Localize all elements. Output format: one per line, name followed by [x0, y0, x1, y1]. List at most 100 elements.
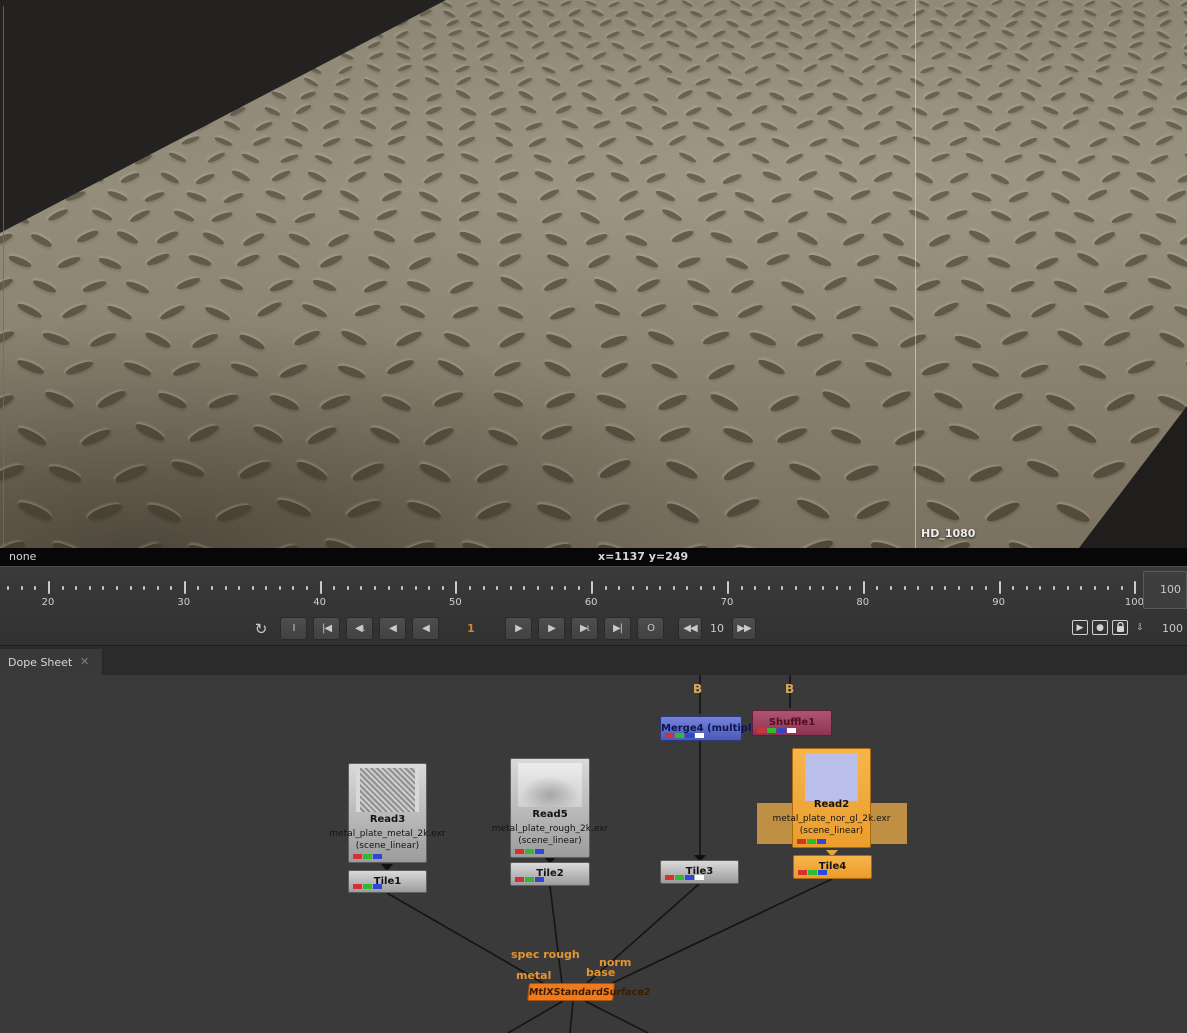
- ruler-tick: [700, 586, 702, 590]
- node-tile4[interactable]: Tile4: [793, 855, 872, 879]
- tread-mark: [527, 136, 546, 149]
- tread-mark: [755, 77, 771, 87]
- tread-mark: [436, 357, 466, 378]
- tread-mark: [631, 29, 645, 37]
- tread-mark: [668, 134, 687, 147]
- tread-mark: [340, 329, 368, 348]
- tread-mark: [1013, 229, 1037, 245]
- play-flipbook-icon[interactable]: ▶: [1072, 620, 1088, 635]
- tread-mark: [1029, 19, 1042, 28]
- prev-keyframe-button[interactable]: ◀ι: [346, 617, 373, 640]
- tread-mark: [1165, 252, 1187, 269]
- decrement-frame-button[interactable]: ◀◀: [678, 617, 702, 640]
- tread-mark: [585, 0, 598, 7]
- tread-mark: [1157, 41, 1172, 50]
- tread-mark: [1020, 362, 1050, 380]
- tread-mark: [386, 154, 406, 166]
- node-merge4[interactable]: Merge4 (multiply): [660, 716, 742, 741]
- tread-mark: [884, 40, 898, 50]
- tread-mark: [870, 0, 882, 8]
- tread-mark: [932, 301, 959, 319]
- current-frame-display[interactable]: 1: [445, 617, 497, 640]
- tread-mark: [555, 104, 573, 115]
- tread-mark: [978, 18, 991, 27]
- node-read5[interactable]: Read5 metal_plate_rough_2k.exr (scene_li…: [510, 758, 590, 858]
- tread-mark: [749, 40, 763, 49]
- frame-ruler[interactable]: 2030405060708090100: [0, 567, 1143, 613]
- shader-input-label: metal: [516, 969, 551, 982]
- tread-mark: [521, 19, 534, 28]
- node-tile1[interactable]: Tile1: [348, 870, 427, 893]
- tread-mark: [1038, 153, 1058, 165]
- increment-frame-button[interactable]: ▶▶: [732, 617, 756, 640]
- frame-increment-value[interactable]: 10: [704, 617, 730, 640]
- ruler-tick: [483, 586, 485, 590]
- tread-mark: [1072, 210, 1095, 224]
- tread-mark: [892, 154, 912, 167]
- tread-mark: [1064, 64, 1080, 73]
- tab-dope-sheet[interactable]: Dope Sheet ✕: [0, 649, 103, 676]
- node-tile2[interactable]: Tile2: [510, 862, 590, 886]
- tread-mark: [544, 332, 573, 350]
- export-tray-icon[interactable]: ⇩: [1132, 620, 1148, 635]
- close-icon[interactable]: ✕: [80, 655, 89, 668]
- play-backward-button[interactable]: ◀: [379, 617, 406, 640]
- tread-mark: [795, 118, 813, 130]
- loop-mode-button[interactable]: ↻: [247, 617, 274, 640]
- step-back-button[interactable]: ◀: [412, 617, 439, 640]
- tread-mark: [534, 169, 555, 182]
- tread-mark: [1111, 154, 1131, 166]
- tread-mark: [337, 208, 360, 222]
- next-keyframe-button[interactable]: ▶ι: [571, 617, 598, 640]
- node-shuffle1[interactable]: Shuffle1: [752, 710, 832, 736]
- tread-mark: [852, 19, 865, 27]
- tread-mark: [1183, 51, 1187, 61]
- tread-mark: [946, 209, 969, 222]
- node-colorspace: (scene_linear): [793, 826, 870, 836]
- input-pipe-label: B: [785, 682, 794, 696]
- tread-mark: [484, 76, 500, 87]
- node-tile3[interactable]: Tile3: [660, 860, 739, 884]
- tread-mark: [339, 188, 360, 203]
- viewer-panel[interactable]: HD_1080: [0, 0, 1187, 548]
- node-graph-panel[interactable]: Merge4 (multiply) Shuffle1 Read3 metal_p…: [0, 675, 1187, 1033]
- node-read2[interactable]: Read2 metal_plate_nor_gl_2k.exr (scene_l…: [792, 748, 871, 848]
- step-forward-button[interactable]: ▶: [505, 617, 532, 640]
- play-forward-button[interactable]: ▶: [538, 617, 565, 640]
- tread-mark: [1007, 104, 1025, 115]
- tread-mark: [584, 232, 608, 247]
- tread-mark: [396, 64, 412, 73]
- goto-end-button[interactable]: ▶|: [604, 617, 631, 640]
- ruler-tick: [727, 581, 729, 594]
- out-point-button[interactable]: O: [637, 617, 664, 640]
- thumbnail: [356, 768, 419, 812]
- ruler-tick: [1026, 586, 1028, 590]
- tread-mark: [578, 30, 592, 38]
- tread-mark: [624, 119, 642, 130]
- tread-mark: [740, 9, 753, 17]
- goto-start-button[interactable]: |◀: [313, 617, 340, 640]
- lock-range-icon[interactable]: [1112, 620, 1128, 635]
- record-icon[interactable]: ●: [1092, 620, 1108, 635]
- node-read3[interactable]: Read3 metal_plate_metal_2k.exr (scene_li…: [348, 763, 427, 863]
- tread-mark: [56, 255, 81, 270]
- in-point-button[interactable]: I: [280, 617, 307, 640]
- tread-mark: [499, 169, 520, 181]
- frame-range-end-field[interactable]: 100: [1143, 571, 1187, 609]
- tread-mark: [1105, 392, 1136, 414]
- tread-mark: [486, 427, 519, 448]
- tread-mark: [466, 1, 479, 8]
- tread-mark: [191, 332, 220, 351]
- ruler-tick: [591, 581, 593, 594]
- tread-mark: [497, 19, 510, 28]
- tread-mark: [1030, 302, 1057, 321]
- node-mtlx-standard-surface2[interactable]: MtlXStandardSurface2: [527, 983, 615, 1001]
- tread-mark: [585, 41, 600, 49]
- tread-mark: [991, 0, 1003, 7]
- tread-mark: [599, 18, 612, 27]
- tread-mark: [599, 333, 628, 350]
- ruler-tick: [1107, 586, 1109, 590]
- tread-mark: [721, 172, 742, 185]
- tread-mark: [659, 29, 673, 38]
- tread-mark: [1052, 136, 1071, 149]
